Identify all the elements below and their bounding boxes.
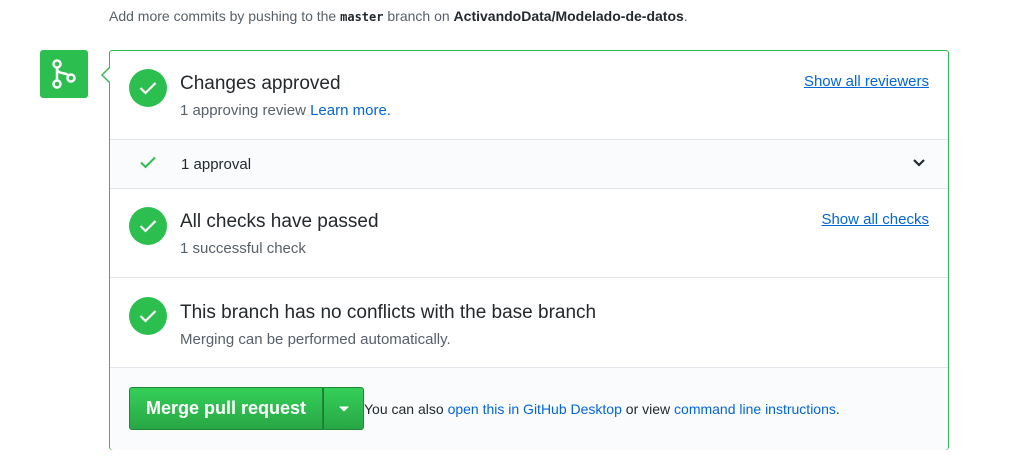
merge-options-dropdown-button[interactable] [323, 387, 365, 430]
merge-pull-request-button[interactable]: Merge pull request [129, 387, 324, 430]
conflicts-subtitle: Merging can be performed automatically. [180, 331, 451, 348]
changes-approved-section: Changes approved 1 approving review Lear… [110, 51, 948, 140]
open-in-github-desktop-link[interactable]: open this in GitHub Desktop [448, 401, 622, 417]
hint-middle: branch on [387, 8, 450, 24]
caret-down-icon [338, 406, 349, 411]
chevron-down-icon[interactable] [912, 158, 926, 168]
merge-status-box: Changes approved 1 approving review Lear… [101, 50, 949, 450]
checks-section: All checks have passed 1 successful chec… [110, 189, 948, 278]
show-all-checks-link[interactable]: Show all checks [821, 211, 929, 228]
checks-subtitle: 1 successful check [180, 240, 306, 257]
approval-count-label: 1 approval [181, 156, 252, 173]
command-line-instructions-link[interactable]: command line instructions [674, 401, 836, 417]
git-merge-icon [40, 50, 88, 98]
merge-section: Merge pull request You can also open thi… [110, 368, 948, 450]
check-circle-icon [129, 69, 167, 107]
changes-approved-title: Changes approved [180, 73, 341, 94]
hint-suffix: . [683, 8, 688, 24]
repo-name: ActivandoData/Modelado-de-datos [453, 8, 684, 24]
approving-review-count: 1 approving review [180, 102, 306, 119]
conflicts-title: This branch has no conflicts with the ba… [180, 302, 597, 323]
check-icon [140, 156, 156, 169]
branch-name: master [340, 10, 384, 24]
merge-alternatives-text: You can also open this in GitHub Desktop… [364, 401, 840, 417]
check-circle-icon [129, 207, 167, 245]
check-circle-icon [129, 297, 167, 335]
merge-button-group: Merge pull request [129, 387, 365, 430]
also-suffix: . [835, 401, 840, 417]
push-hint: Add more commits by pushing to the maste… [109, 8, 688, 24]
learn-more-link[interactable]: Learn more. [310, 102, 391, 119]
also-prefix: You can also [364, 401, 444, 417]
conflicts-section: This branch has no conflicts with the ba… [110, 278, 948, 368]
hint-prefix: Add more commits by pushing to the [109, 8, 337, 24]
also-middle: or view [625, 401, 671, 417]
approval-row[interactable]: 1 approval [110, 140, 948, 189]
checks-title: All checks have passed [180, 211, 379, 232]
changes-approved-subtitle: 1 approving review Learn more. [180, 102, 391, 119]
show-all-reviewers-link[interactable]: Show all reviewers [804, 73, 929, 90]
